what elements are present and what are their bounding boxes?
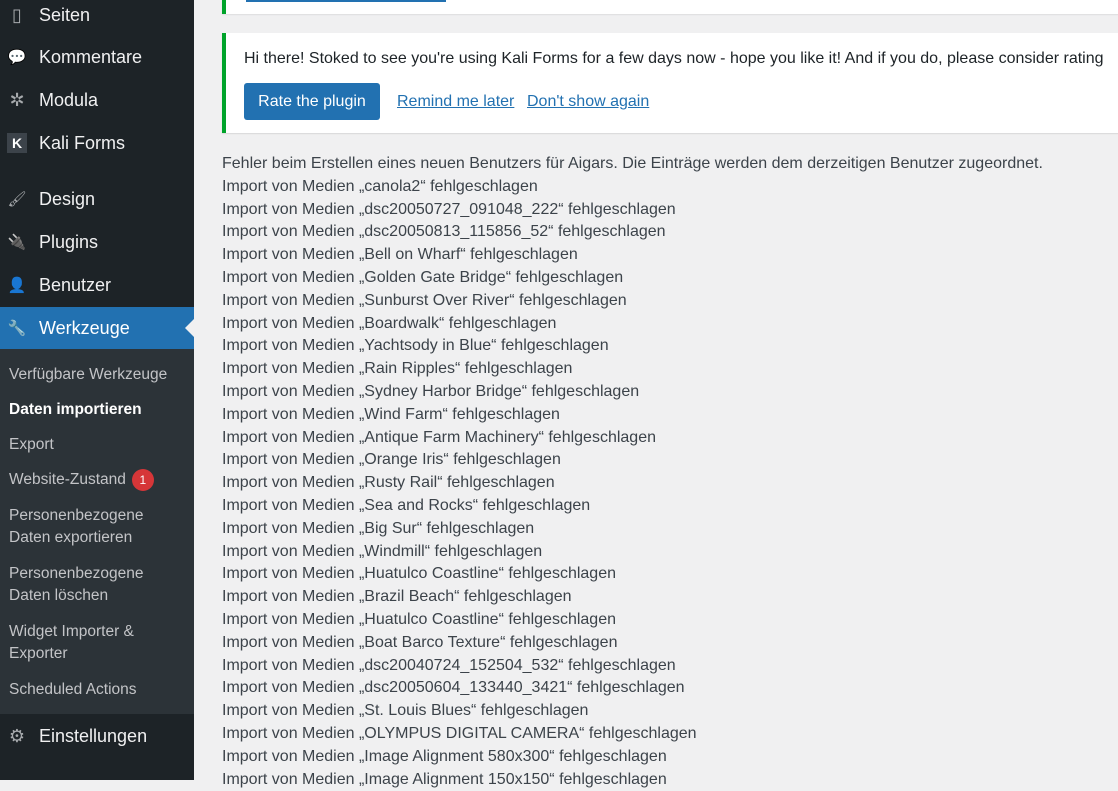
import-log-line: Import von Medien „dsc20050727_091048_22… bbox=[222, 200, 676, 218]
admin-sidebar: ▯ Seiten 💬 Kommentare ✲ Modula K Kali Fo… bbox=[0, 0, 194, 780]
menu-item-label: Modula bbox=[39, 89, 99, 110]
pages-icon: ▯ bbox=[12, 4, 22, 25]
import-log-line: Import von Medien „Wind Farm“ fehlgeschl… bbox=[222, 405, 560, 423]
menu-item-benutzer[interactable]: 👤 Benutzer bbox=[0, 264, 194, 306]
import-log-line: Import von Medien „Image Alignment 580x3… bbox=[222, 747, 667, 765]
rate-plugin-button[interactable]: Rate the plugin bbox=[244, 83, 380, 120]
update-count-badge: 1 bbox=[131, 469, 154, 491]
kali-forms-rating-notice: Hi there! Stoked to see you're using Kal… bbox=[222, 33, 1118, 133]
wrench-icon: 🔧 bbox=[7, 320, 27, 337]
menu-item-kali-forms[interactable]: K Kali Forms bbox=[0, 122, 194, 164]
menu-item-plugins[interactable]: 🔌 Plugins bbox=[0, 221, 194, 263]
menu-item-label: Einstellungen bbox=[39, 725, 148, 746]
submenu-website-zustand[interactable]: Website-Zustand 1 bbox=[9, 469, 154, 491]
menu-item-werkzeuge[interactable]: 🔧 Werkzeuge bbox=[0, 307, 194, 349]
submenu-verfuegbare-werkzeuge[interactable]: Verfügbare Werkzeuge bbox=[9, 364, 167, 386]
import-log-line: Import von Medien „dsc20050604_133440_34… bbox=[222, 679, 685, 697]
werkzeuge-submenu: Verfügbare Werkzeuge Daten importieren E… bbox=[0, 349, 194, 714]
submenu-scheduled-actions[interactable]: Scheduled Actions bbox=[9, 679, 137, 701]
import-log-line: Import von Medien „Big Sur“ fehlgeschlag… bbox=[222, 519, 535, 537]
import-log-line: Import von Medien „St. Louis Blues“ fehl… bbox=[222, 702, 589, 720]
menu-item-label: Werkzeuge bbox=[39, 317, 130, 338]
submenu-daten-importieren[interactable]: Daten importieren bbox=[9, 399, 142, 421]
import-log-line: Import von Medien „Windmill“ fehlgeschla… bbox=[222, 542, 543, 560]
submenu-label: Website-Zustand bbox=[9, 471, 126, 489]
import-error-message: Fehler beim Erstellen eines neuen Benutz… bbox=[222, 155, 1043, 172]
import-log-line: Import von Medien „Golden Gate Bridge“ f… bbox=[222, 268, 624, 286]
menu-item-label: Benutzer bbox=[39, 274, 112, 295]
import-log-line: Import von Medien „Orange Iris“ fehlgesc… bbox=[222, 451, 561, 469]
settings-icon: ⚙ bbox=[8, 725, 26, 746]
kali-forms-icon: K bbox=[7, 133, 27, 153]
import-log-line: Import von Medien „Yachtsody in Blue“ fe… bbox=[222, 337, 609, 355]
remind-later-link[interactable]: Remind me later bbox=[397, 93, 514, 111]
import-log-line: Import von Medien „dsc20050813_115856_52… bbox=[222, 223, 666, 241]
menu-item-label: Kali Forms bbox=[39, 132, 126, 153]
previous-notice bbox=[222, 0, 1118, 14]
modula-icon: ✲ bbox=[9, 89, 25, 110]
import-log-line: Import von Medien „Antique Farm Machiner… bbox=[222, 428, 656, 446]
import-log-line: Import von Medien „Bell on Wharf“ fehlge… bbox=[222, 246, 578, 264]
import-log-line: Import von Medien „dsc20040724_152504_53… bbox=[222, 656, 676, 674]
menu-item-einstellungen[interactable]: ⚙ Einstellungen bbox=[0, 715, 194, 757]
import-log-line: Import von Medien „Rusty Rail“ fehlgesch… bbox=[222, 474, 555, 492]
submenu-daten-exportieren[interactable]: Personenbezogene Daten exportieren bbox=[9, 505, 143, 549]
submenu-export[interactable]: Export bbox=[9, 434, 54, 456]
comments-icon: 💬 bbox=[7, 49, 27, 66]
import-log-line: Import von Medien „Huatulco Coastline“ f… bbox=[222, 610, 616, 628]
import-log-line: Import von Medien „Sunburst Over River“ … bbox=[222, 291, 627, 309]
import-log-line: Import von Medien „Sea and Rocks“ fehlge… bbox=[222, 496, 591, 514]
import-log-line: Import von Medien „Brazil Beach“ fehlges… bbox=[222, 588, 572, 606]
import-log-line: Import von Medien „Sydney Harbor Bridge“… bbox=[222, 382, 640, 400]
menu-item-label: Kommentare bbox=[39, 46, 143, 67]
current-menu-arrow bbox=[185, 319, 194, 337]
menu-item-modula[interactable]: ✲ Modula bbox=[0, 79, 194, 121]
users-icon: 👤 bbox=[7, 277, 27, 294]
import-log-line: Import von Medien „Boat Barco Texture“ f… bbox=[222, 633, 618, 651]
submenu-daten-loeschen[interactable]: Personenbezogene Daten löschen bbox=[9, 563, 143, 607]
dont-show-again-link[interactable]: Don't show again bbox=[527, 93, 649, 111]
import-log: Fehler beim Erstellen eines neuen Benutz… bbox=[222, 153, 1043, 791]
import-log-line: Import von Medien „Boardwalk“ fehlgeschl… bbox=[222, 314, 557, 332]
menu-item-label: Plugins bbox=[39, 231, 99, 252]
import-log-line: Import von Medien „Rain Ripples“ fehlges… bbox=[222, 360, 573, 378]
import-log-line: Import von Medien „OLYMPUS DIGITAL CAMER… bbox=[222, 724, 697, 742]
import-log-line: Import von Medien „Huatulco Coastline“ f… bbox=[222, 565, 616, 583]
plugins-icon: 🔌 bbox=[7, 234, 27, 251]
import-log-line: Import von Medien „canola2“ fehlgeschlag… bbox=[222, 177, 538, 195]
menu-item-seiten[interactable]: ▯ Seiten bbox=[0, 0, 194, 36]
menu-item-design[interactable]: 🖌 Design bbox=[0, 178, 194, 220]
menu-item-label: Design bbox=[39, 188, 96, 209]
menu-item-label: Seiten bbox=[39, 4, 91, 25]
notice-message: Hi there! Stoked to see you're using Kal… bbox=[244, 50, 1104, 67]
previous-notice-button[interactable] bbox=[246, 0, 446, 2]
submenu-widget-importer[interactable]: Widget Importer & Exporter bbox=[9, 621, 134, 665]
menu-item-kommentare[interactable]: 💬 Kommentare bbox=[0, 36, 194, 78]
design-brush-icon: 🖌 bbox=[7, 191, 27, 208]
